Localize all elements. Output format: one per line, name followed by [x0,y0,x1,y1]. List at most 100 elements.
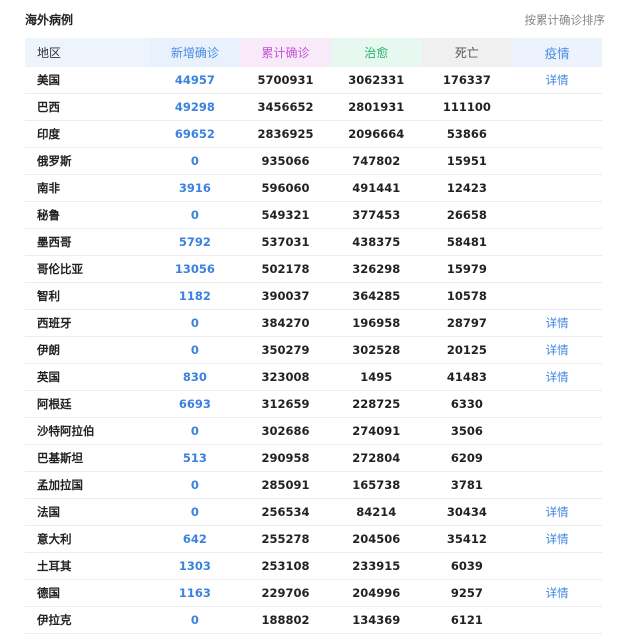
cell-new: 830 [149,363,241,391]
detail-cell [512,552,602,580]
cell-region: 巴基斯坦 [25,444,150,472]
cell-total: 384270 [240,309,331,337]
cell-dead: 3506 [421,417,513,445]
cell-new: 0 [149,498,241,526]
cell-total: 290958 [240,444,331,472]
cell-cured: 134369 [330,606,422,634]
cell-region: 德国 [25,579,150,607]
table-row: 德国 1163 229706 204996 9257 详情 [25,579,602,607]
cell-new: 0 [149,147,241,175]
cell-region: 秘鲁 [25,201,150,229]
cell-cured: 2801931 [330,93,422,121]
detail-link[interactable]: 详情 [512,336,602,364]
table-row: 俄罗斯 0 935066 747802 15951 [25,147,602,175]
cell-dead: 9257 [421,579,513,607]
detail-cell [512,228,602,256]
column-header-dead: 死亡 [421,38,513,67]
cell-cured: 165738 [330,471,422,499]
detail-link[interactable]: 详情 [512,498,602,526]
table-row: 沙特阿拉伯 0 302686 274091 3506 [25,417,602,445]
cell-dead: 15979 [421,255,513,283]
cell-region: 美国 [25,67,150,94]
detail-link[interactable]: 详情 [512,67,602,94]
cell-region: 智利 [25,282,150,310]
table-row: 孟加拉国 0 285091 165738 3781 [25,471,602,499]
cell-total: 255278 [240,525,331,553]
section-header: 海外病例 按累计确诊排序 [25,0,605,38]
cell-dead: 10578 [421,282,513,310]
cell-dead: 6121 [421,606,513,634]
cell-region: 阿根廷 [25,390,150,418]
cell-total: 188802 [240,606,331,634]
cell-cured: 228725 [330,390,422,418]
cell-region: 沙特阿拉伯 [25,417,150,445]
cell-region: 英国 [25,363,150,391]
table-row: 智利 1182 390037 364285 10578 [25,282,602,310]
detail-link[interactable]: 详情 [512,579,602,607]
detail-cell [512,606,602,634]
cell-cured: 272804 [330,444,422,472]
cell-region: 俄罗斯 [25,147,150,175]
cell-new: 0 [149,309,241,337]
cell-total: 502178 [240,255,331,283]
cell-cured: 326298 [330,255,422,283]
cell-cured: 196958 [330,309,422,337]
cell-dead: 6209 [421,444,513,472]
cell-cured: 233915 [330,552,422,580]
cell-total: 3456652 [240,93,331,121]
cell-total: 302686 [240,417,331,445]
cell-total: 229706 [240,579,331,607]
cell-total: 5700931 [240,67,331,94]
cell-cured: 274091 [330,417,422,445]
cell-cured: 2096664 [330,120,422,148]
table-row: 巴西 49298 3456652 2801931 111100 [25,93,602,121]
detail-cell [512,93,602,121]
cell-dead: 41483 [421,363,513,391]
cell-dead: 6039 [421,552,513,580]
cell-region: 意大利 [25,525,150,553]
cell-new: 1303 [149,552,241,580]
cell-dead: 26658 [421,201,513,229]
cell-cured: 1495 [330,363,422,391]
table-row: 南非 3916 596060 491441 12423 [25,174,602,202]
detail-link[interactable]: 详情 [512,525,602,553]
sort-by-total-link[interactable]: 按累计确诊排序 [525,12,606,28]
cell-dead: 58481 [421,228,513,256]
table-row: 巴基斯坦 513 290958 272804 6209 [25,444,602,472]
cell-cured: 491441 [330,174,422,202]
cell-total: 253108 [240,552,331,580]
table-row: 美国 44957 5700931 3062331 176337 详情 [25,67,602,94]
cell-new: 642 [149,525,241,553]
cell-dead: 53866 [421,120,513,148]
cell-dead: 28797 [421,309,513,337]
cell-region: 西班牙 [25,309,150,337]
column-header-cured: 治愈 [330,38,422,67]
table-row: 阿根廷 6693 312659 228725 6330 [25,390,602,418]
cell-new: 1182 [149,282,241,310]
detail-cell [512,282,602,310]
cell-region: 土耳其 [25,552,150,580]
cell-total: 2836925 [240,120,331,148]
cell-total: 935066 [240,147,331,175]
cell-total: 549321 [240,201,331,229]
cell-new: 0 [149,471,241,499]
cell-cured: 747802 [330,147,422,175]
detail-cell [512,120,602,148]
cell-new: 13056 [149,255,241,283]
cell-cured: 204996 [330,579,422,607]
cell-dead: 35412 [421,525,513,553]
cell-total: 390037 [240,282,331,310]
detail-link[interactable]: 详情 [512,363,602,391]
cell-new: 0 [149,417,241,445]
cell-total: 596060 [240,174,331,202]
cell-dead: 30434 [421,498,513,526]
table-body: 美国 44957 5700931 3062331 176337 详情 巴西 49298 3456… [25,67,602,634]
table-row: 印度 69652 2836925 2096664 53866 [25,120,602,148]
cell-total: 312659 [240,390,331,418]
detail-link[interactable]: 详情 [512,309,602,337]
cell-region: 巴西 [25,93,150,121]
cell-dead: 176337 [421,67,513,94]
cell-new: 3916 [149,174,241,202]
detail-cell [512,174,602,202]
cell-region: 南非 [25,174,150,202]
